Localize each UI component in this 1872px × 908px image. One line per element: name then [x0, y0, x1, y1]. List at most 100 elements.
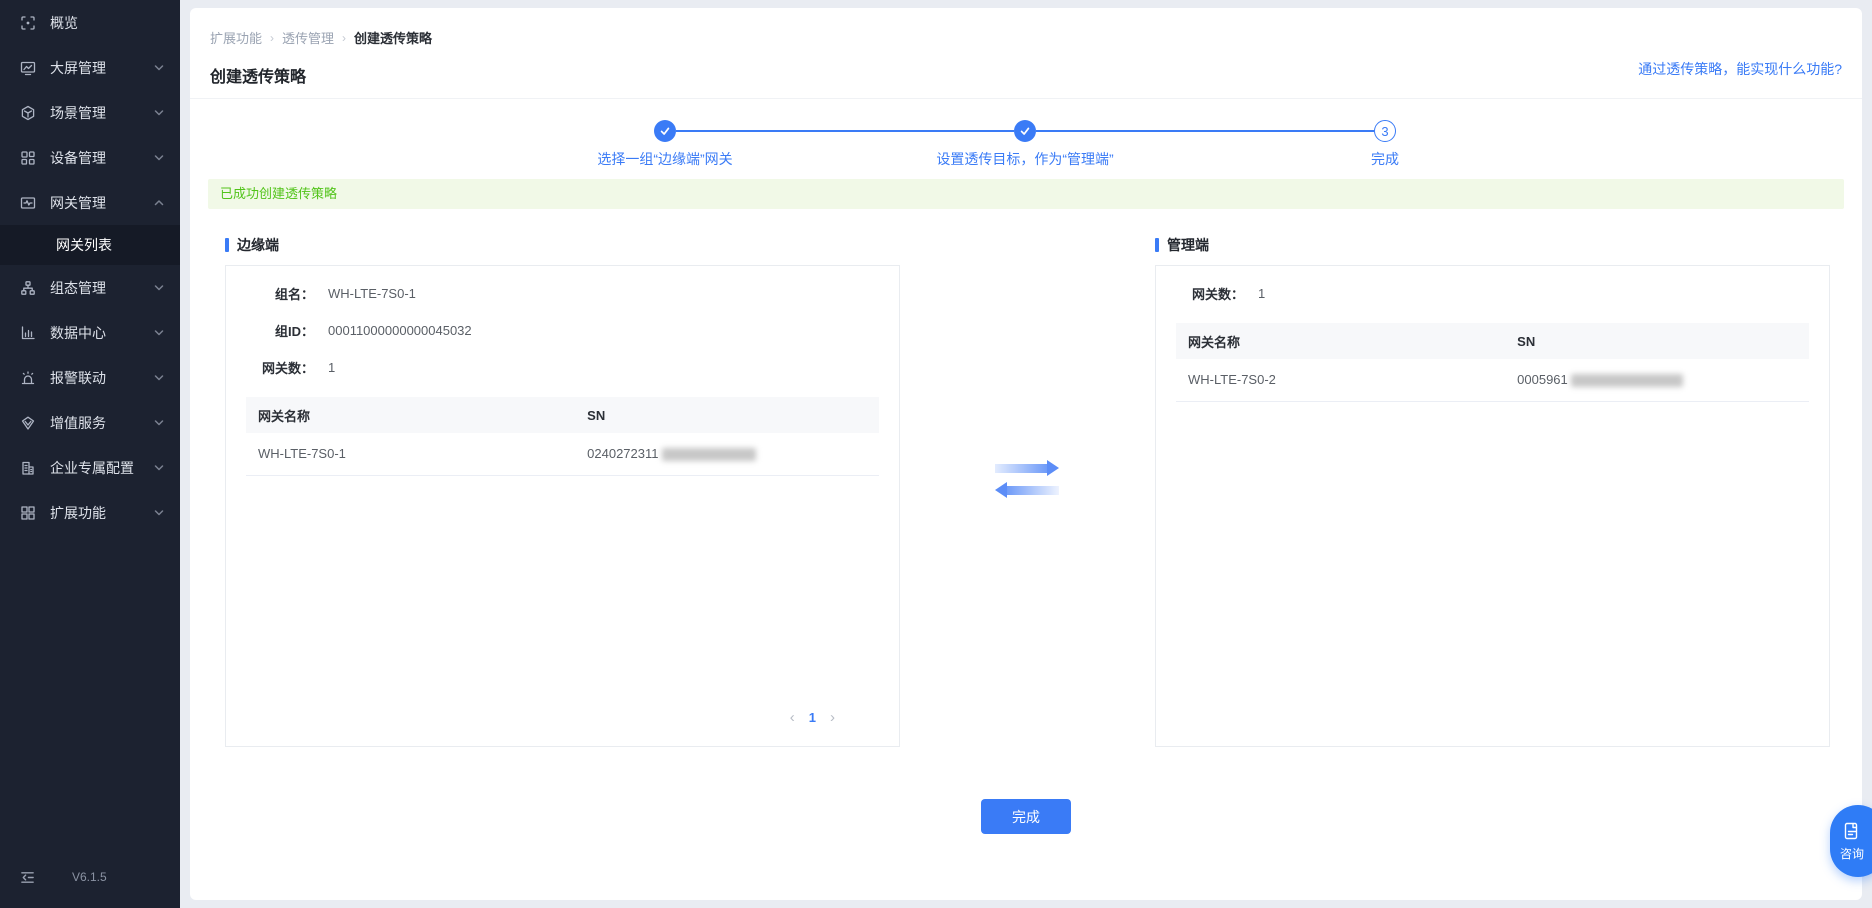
- panels-row: 边缘端 组名： WH-LTE-7S0-1 组ID： 00011000000000…: [225, 235, 1830, 747]
- table-row: WH-LTE-7S0-1 0240272311: [246, 433, 879, 476]
- management-card: 网关数： 1 网关名称 SN WH-LTE-7S0-2 0005961: [1155, 265, 1830, 747]
- edge-gateway-table: 网关名称 SN WH-LTE-7S0-1 0240272311: [246, 397, 879, 476]
- check-icon: [660, 127, 670, 135]
- sidebar-item-label: 大屏管理: [50, 59, 106, 76]
- sidebar-item-label: 概览: [50, 14, 78, 31]
- field-value: 1: [1258, 286, 1266, 301]
- sidebar-menu: 概览 大屏管理 场景管理 设备管理 网关管理 网关列表 组态管理 数据中心 报警…: [0, 0, 180, 860]
- gateway-name-cell: WH-LTE-7S0-2: [1176, 359, 1506, 402]
- edge-title-text: 边缘端: [237, 237, 279, 253]
- gateway-sn-cell: 0005961: [1505, 359, 1809, 402]
- chevron-down-icon: [154, 509, 164, 515]
- sn-masked-blur: [1570, 374, 1683, 388]
- breadcrumb-current: 创建透传策略: [354, 31, 433, 46]
- header-divider: [190, 98, 1862, 99]
- column-header-name: 网关名称: [246, 397, 576, 433]
- sidebar-item-configuration[interactable]: 组态管理: [0, 265, 180, 310]
- column-header-name: 网关名称: [1176, 323, 1506, 359]
- transfer-arrows-icon: [994, 460, 1061, 498]
- field-value: 1: [328, 360, 336, 375]
- sidebar-item-extension[interactable]: 扩展功能: [0, 490, 180, 535]
- breadcrumb-separator: ›: [342, 30, 347, 45]
- page-title: 创建透传策略: [210, 69, 307, 86]
- pagination-prev-icon[interactable]: ‹: [790, 709, 795, 726]
- sidebar-item-label: 网关管理: [50, 194, 106, 211]
- configuration-icon: [21, 280, 35, 295]
- management-gateway-table: 网关名称 SN WH-LTE-7S0-2 0005961: [1176, 323, 1809, 402]
- management-title-text: 管理端: [1167, 237, 1209, 253]
- help-link[interactable]: 通过透传策略，能实现什么功能?: [1638, 59, 1842, 79]
- table-row: WH-LTE-7S0-2 0005961: [1176, 359, 1809, 402]
- step-2-label: 设置透传目标，作为“管理端”: [936, 151, 1114, 167]
- management-section-title: 管理端: [1155, 235, 1830, 255]
- gateway-name-cell: WH-LTE-7S0-1: [246, 433, 576, 476]
- step-number: 3: [1381, 123, 1389, 139]
- field-label: 网关数：: [1191, 287, 1244, 302]
- title-accent-bar: [225, 238, 229, 252]
- sidebar-item-label: 企业专属配置: [50, 459, 134, 476]
- sidebar-item-datacenter[interactable]: 数据中心: [0, 310, 180, 355]
- sidebar-item-device[interactable]: 设备管理: [0, 135, 180, 180]
- field-group-id: 组ID： 00011000000000045032: [226, 321, 899, 340]
- sidebar-footer: V6.1.5: [0, 860, 180, 908]
- sidebar-item-overview[interactable]: 概览: [0, 0, 180, 45]
- sidebar-item-bigscreen[interactable]: 大屏管理: [0, 45, 180, 90]
- sn-visible: 0240272311: [587, 446, 659, 462]
- document-icon: [1844, 822, 1858, 839]
- sidebar-item-vas[interactable]: 增值服务: [0, 400, 180, 445]
- vas-icon: [21, 416, 35, 430]
- sidebar-item-enterprise[interactable]: 企业专属配置: [0, 445, 180, 490]
- sidebar: 概览 大屏管理 场景管理 设备管理 网关管理 网关列表 组态管理 数据中心 报警…: [0, 0, 180, 908]
- pagination-next-icon[interactable]: ›: [830, 709, 835, 726]
- enterprise-icon: [22, 461, 34, 475]
- step-1-label: 选择一组“边缘端”网关: [597, 151, 733, 167]
- step-connector: [1036, 130, 1374, 132]
- collapse-sidebar-icon[interactable]: [20, 870, 35, 885]
- breadcrumb-item[interactable]: 透传管理: [282, 28, 334, 47]
- edge-panel: 边缘端 组名： WH-LTE-7S0-1 组ID： 00011000000000…: [225, 235, 900, 747]
- field-label: 组名：: [274, 287, 314, 302]
- extension-icon: [21, 505, 35, 520]
- footer-actions: 完成: [190, 799, 1862, 834]
- sidebar-subitem-gateway-list[interactable]: 网关列表: [0, 225, 180, 265]
- scene-icon: [21, 105, 35, 120]
- step-3-circle: 3: [1374, 120, 1396, 142]
- field-gateway-count: 网关数： 1: [1156, 284, 1829, 303]
- datacenter-icon: [21, 325, 35, 339]
- consult-fab-button[interactable]: 咨询: [1830, 805, 1872, 877]
- finish-button[interactable]: 完成: [981, 799, 1071, 834]
- sidebar-item-label: 扩展功能: [50, 504, 106, 521]
- field-label: 网关数：: [261, 361, 314, 376]
- chevron-down-icon: [154, 329, 164, 335]
- chevron-down-icon: [154, 464, 164, 470]
- sidebar-item-gateway[interactable]: 网关管理: [0, 180, 180, 225]
- sidebar-item-label: 增值服务: [50, 414, 106, 431]
- chevron-down-icon: [154, 64, 164, 70]
- bigscreen-icon: [20, 61, 36, 75]
- version-label: V6.1.5: [72, 870, 107, 884]
- chevron-up-icon: [154, 199, 164, 205]
- sidebar-item-scene[interactable]: 场景管理: [0, 90, 180, 135]
- edge-card: 组名： WH-LTE-7S0-1 组ID： 000110000000000450…: [225, 265, 900, 747]
- sidebar-item-alarm[interactable]: 报警联动: [0, 355, 180, 400]
- breadcrumb-separator: ›: [270, 30, 275, 45]
- breadcrumb-item[interactable]: 扩展功能: [210, 28, 262, 47]
- field-group-name: 组名： WH-LTE-7S0-1: [226, 284, 899, 303]
- field-gateway-count: 网关数： 1: [226, 358, 899, 377]
- check-icon: [1020, 127, 1030, 135]
- title-accent-bar: [1155, 238, 1159, 252]
- step-1-circle: [654, 120, 676, 142]
- gateway-icon: [20, 196, 36, 209]
- chevron-down-icon: [154, 154, 164, 160]
- sidebar-item-label: 数据中心: [50, 324, 106, 341]
- arrow-right: [994, 460, 1061, 476]
- pagination-page-1[interactable]: 1: [809, 710, 816, 725]
- step-2-circle: [1014, 120, 1036, 142]
- sidebar-item-label: 报警联动: [50, 369, 106, 386]
- overview-icon: [21, 15, 35, 30]
- chevron-down-icon: [154, 284, 164, 290]
- consult-label: 咨询: [1839, 846, 1864, 861]
- sidebar-item-label: 场景管理: [50, 104, 106, 121]
- breadcrumb: 扩展功能 › 透传管理 › 创建透传策略: [190, 8, 1862, 47]
- step-connector: [676, 130, 1014, 132]
